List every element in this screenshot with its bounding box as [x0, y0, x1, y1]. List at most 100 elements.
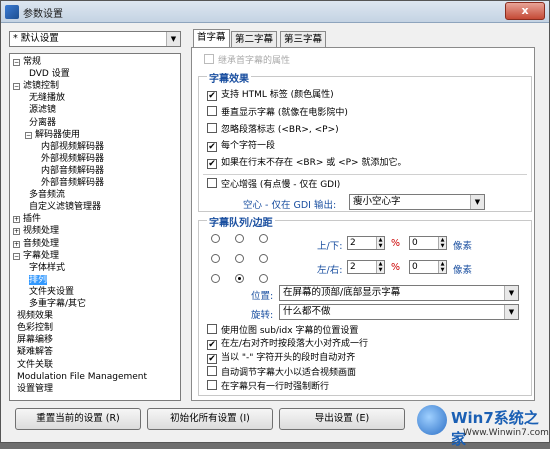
- tree-item[interactable]: − 常规: [13, 57, 41, 68]
- align-radio-mid-right[interactable]: [259, 254, 268, 263]
- preset-select[interactable]: * 默认设置 ▼: [9, 31, 181, 47]
- align-radio-bottom-center[interactable]: [235, 274, 244, 283]
- tree-item[interactable]: Modulation File Management: [13, 372, 147, 383]
- checkbox-box[interactable]: ✔: [207, 354, 217, 364]
- tree-item[interactable]: 视频效果: [13, 311, 53, 322]
- expand-icon[interactable]: +: [13, 240, 20, 248]
- queue-checkbox-align-para[interactable]: ✔ 在左/右对齐时按段落大小对齐成一行: [207, 338, 368, 350]
- tree-item-label: 文件夹设置: [29, 286, 75, 297]
- tree-item[interactable]: DVD 设置: [25, 69, 70, 80]
- tree-item[interactable]: 排列: [25, 274, 48, 286]
- effect-checkbox-add-br[interactable]: ✔ 如果在行末不存在 <BR> 或 <P> 就添加它。: [207, 157, 406, 169]
- effects-group-title: 字幕效果: [207, 70, 251, 85]
- app-icon: [5, 5, 19, 19]
- checkbox-box[interactable]: ✔: [207, 142, 217, 152]
- percent-unit: %: [391, 262, 401, 273]
- tree-item[interactable]: 源滤镜: [25, 105, 56, 116]
- collapse-icon[interactable]: −: [13, 252, 20, 260]
- tree-item[interactable]: 外部视频解码器: [37, 154, 104, 165]
- align-radio-mid-center[interactable]: [235, 254, 244, 263]
- tree-item[interactable]: 无缝播放: [25, 93, 65, 104]
- tree-item[interactable]: 设置管理: [13, 384, 53, 395]
- queue-checkbox-dash-align[interactable]: ✔ 当以 "-" 字符开头的段时自动对齐: [207, 352, 355, 364]
- collapse-icon[interactable]: −: [13, 59, 20, 66]
- checkbox-box[interactable]: [207, 324, 217, 334]
- queue-checkbox-bitmap[interactable]: 使用位图 sub/idx 字幕的位置设置: [207, 324, 358, 336]
- tree-item[interactable]: + 视频处理: [13, 226, 59, 237]
- checkbox-box[interactable]: ✔: [207, 340, 217, 350]
- tree-item[interactable]: 外部音频解码器: [37, 178, 104, 189]
- queue-checkbox-force-break[interactable]: 在字幕只有一行时强制断行: [207, 380, 329, 392]
- chevron-down-icon[interactable]: ▼: [166, 32, 180, 46]
- chevron-down-icon[interactable]: ▼: [504, 305, 518, 319]
- checkbox-box[interactable]: [204, 54, 214, 64]
- checkbox-box[interactable]: ✔: [207, 159, 217, 169]
- position-select[interactable]: 在屏幕的顶部/底部显示字幕 ▼: [279, 285, 519, 301]
- tree-item[interactable]: 内部音频解码器: [37, 166, 104, 177]
- init-settings-button[interactable]: 初始化所有设置 (I): [147, 408, 273, 430]
- updown-percent-input[interactable]: 2 ▲ ▼: [347, 236, 385, 250]
- collapse-icon[interactable]: −: [25, 131, 32, 139]
- tree-item[interactable]: 自定义滤镜管理器: [25, 202, 101, 213]
- tree-item[interactable]: 疑难解答: [13, 347, 53, 358]
- rotation-select[interactable]: 什么都不做 ▼: [279, 304, 519, 320]
- tree-item[interactable]: 色彩控制: [13, 323, 53, 334]
- spin-arrows-icon[interactable]: ▲ ▼: [438, 237, 446, 249]
- tree-item[interactable]: + 音频处理: [13, 239, 59, 250]
- queue-checkbox-auto-size[interactable]: 自动调节字幕大小以适合视频画面: [207, 366, 356, 378]
- tree-item[interactable]: 多重字幕/其它: [25, 299, 86, 310]
- tree-item-label: 设置管理: [17, 383, 54, 394]
- inherit-checkbox[interactable]: 继承首字幕的属性: [204, 54, 290, 66]
- tab-third-subtitle[interactable]: 第三字幕: [280, 31, 327, 47]
- leftright-pixel-input[interactable]: 0 ▲ ▼: [409, 260, 447, 274]
- checkbox-box[interactable]: [207, 178, 217, 188]
- tree-item[interactable]: 字体样式: [25, 263, 65, 274]
- settings-tree[interactable]: − 常规 DVD 设置 − 滤镜控制 无缝播放 源滤镜分离器 − 解码器使用 内部视频解码器 外部视…: [9, 53, 181, 401]
- align-radio-top-center[interactable]: [235, 234, 244, 243]
- tree-item[interactable]: 多音频流: [25, 190, 65, 201]
- expand-icon[interactable]: +: [13, 216, 20, 224]
- tree-item[interactable]: 文件关联: [13, 360, 53, 371]
- spin-arrows-icon[interactable]: ▲ ▼: [438, 261, 446, 273]
- effect-checkbox-vertical[interactable]: 垂直显示字幕 (就像在电影院中): [207, 106, 348, 118]
- updown-pixel-input[interactable]: 0 ▲ ▼: [409, 236, 447, 250]
- title-bar: 参数设置 x: [1, 1, 549, 23]
- effect-checkbox-ignore-para[interactable]: 忽略段落标志 (<BR>, <P>): [207, 123, 339, 135]
- collapse-icon[interactable]: −: [13, 83, 20, 91]
- tree-item[interactable]: − 字幕处理: [13, 251, 59, 262]
- tree-item[interactable]: 文件夹设置: [25, 287, 74, 298]
- effect-checkbox-per-char[interactable]: ✔ 每个字符一段: [207, 140, 275, 152]
- tree-item[interactable]: + 插件: [13, 214, 41, 225]
- chevron-down-icon[interactable]: ▼: [470, 195, 484, 209]
- tab-primary-subtitle[interactable]: 首字幕: [193, 29, 230, 48]
- hollow-output-select[interactable]: 瘦小空心字 ▼: [349, 194, 485, 210]
- reset-settings-button[interactable]: 重置当前的设置 (R): [15, 408, 141, 430]
- expand-icon[interactable]: +: [13, 228, 20, 236]
- checkbox-box[interactable]: [207, 106, 217, 116]
- effect-checkbox-html[interactable]: ✔ 支持 HTML 标签 (颜色属性): [207, 89, 334, 101]
- align-radio-top-left[interactable]: [211, 234, 220, 243]
- spin-arrows-icon[interactable]: ▲ ▼: [376, 261, 384, 273]
- align-radio-mid-left[interactable]: [211, 254, 220, 263]
- leftright-percent-input[interactable]: 2 ▲ ▼: [347, 260, 385, 274]
- chevron-down-icon[interactable]: ▼: [504, 286, 518, 300]
- tree-item[interactable]: 屏幕编移: [13, 335, 53, 346]
- tree-item[interactable]: − 解码器使用: [25, 130, 80, 141]
- spin-arrows-icon[interactable]: ▲ ▼: [376, 237, 384, 249]
- align-radio-top-right[interactable]: [259, 234, 268, 243]
- checkbox-box[interactable]: ✔: [207, 91, 217, 101]
- align-radio-bottom-left[interactable]: [211, 274, 220, 283]
- align-radio-bottom-right[interactable]: [259, 274, 268, 283]
- checkbox-box[interactable]: [207, 123, 217, 133]
- settings-window: 参数设置 x * 默认设置 ▼ − 常规 DVD 设置 − 滤镜控制 无缝播放 源滤镜分离器…: [0, 0, 550, 448]
- tree-item-label: 无缝播放: [29, 93, 66, 104]
- tree-item[interactable]: 内部视频解码器: [37, 142, 104, 153]
- tree-item[interactable]: 分离器: [25, 118, 56, 129]
- close-button[interactable]: x: [505, 2, 545, 20]
- checkbox-box[interactable]: [207, 366, 217, 376]
- checkbox-box[interactable]: [207, 380, 217, 390]
- export-settings-button[interactable]: 导出设置 (E): [279, 408, 405, 430]
- tree-item[interactable]: − 滤镜控制: [13, 81, 59, 92]
- tab-secondary-subtitle[interactable]: 第二字幕: [231, 31, 278, 47]
- hollow-checkbox[interactable]: 空心增强 (有点慢 - 仅在 GDI): [207, 178, 340, 190]
